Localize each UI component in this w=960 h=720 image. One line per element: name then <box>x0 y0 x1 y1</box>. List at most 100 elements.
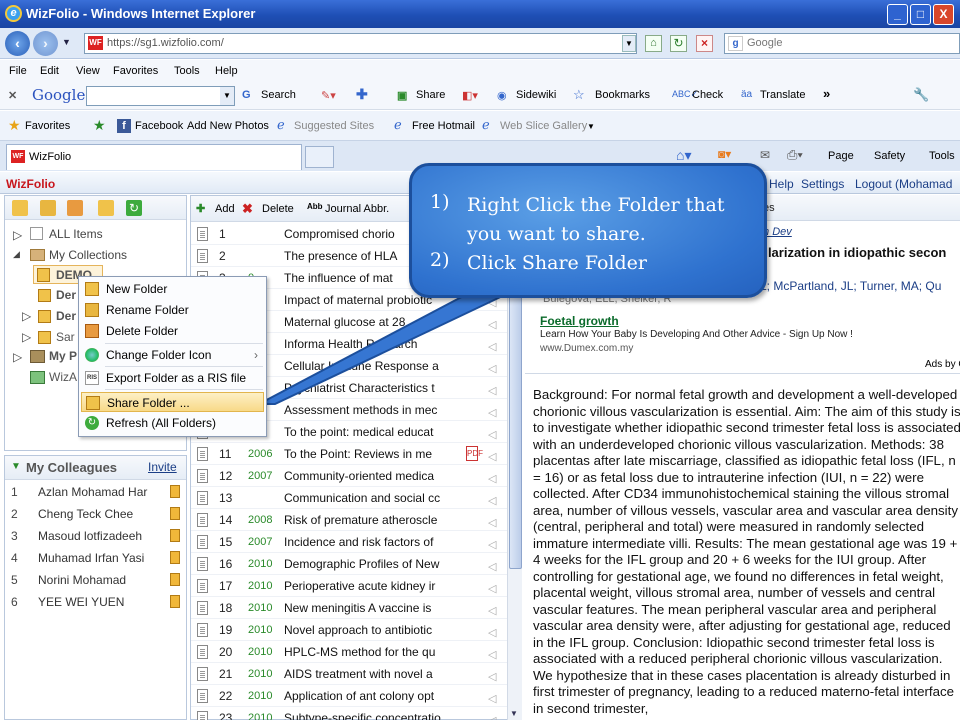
close-window-button[interactable]: X <box>933 4 954 25</box>
highlight-icon[interactable]: ✎▾ <box>321 89 336 102</box>
search-button[interactable]: Search <box>261 89 296 101</box>
wrench-icon[interactable]: 🔧 <box>913 87 929 103</box>
fav-free-hotmail[interactable]: Free Hotmail <box>412 120 475 132</box>
safety-menu[interactable]: Safety <box>874 150 905 162</box>
colleague-folder-icon[interactable] <box>170 507 180 520</box>
invite-link[interactable]: Invite <box>148 460 177 474</box>
menu-export-ris[interactable]: RIS Export Folder as a RIS file <box>81 368 264 388</box>
delete-folder-icon[interactable] <box>67 200 83 216</box>
tools-menu[interactable]: Tools <box>929 150 955 162</box>
ad-title-link[interactable]: Foetal growth <box>540 314 619 328</box>
tree-folder-3[interactable]: Der <box>56 309 76 323</box>
menu-delete-folder[interactable]: Delete Folder <box>81 321 264 341</box>
menu-share-folder[interactable]: Share Folder ... <box>81 392 264 412</box>
add-button[interactable]: Add <box>215 203 235 215</box>
tab-wizfolio[interactable]: WF WizFolio <box>6 144 302 170</box>
tree-collapse-icon[interactable]: ◢ <box>13 249 20 260</box>
chevron-down-icon[interactable]: ▼ <box>587 122 595 131</box>
tree-wizard[interactable]: WizA <box>49 370 77 384</box>
tree-all-items[interactable]: ALL Items <box>49 227 103 241</box>
favorites-button[interactable]: Favorites <box>25 120 70 132</box>
ads-by-label[interactable]: Ads by G <box>925 359 960 370</box>
share-button[interactable]: Share <box>416 89 445 101</box>
minimize-button[interactable]: _ <box>887 4 908 25</box>
translate-button[interactable]: Translate <box>760 89 805 101</box>
list-item[interactable]: 13 Communication and social cc ◁ <box>191 487 519 509</box>
stop-icon[interactable]: × <box>696 35 713 52</box>
list-item[interactable]: 16 2010 Demographic Profiles of New ◁ <box>191 553 519 575</box>
help-link[interactable]: Help <box>769 177 794 191</box>
mail-icon[interactable]: ✉ <box>760 148 770 162</box>
back-button[interactable]: ‹ <box>5 31 30 56</box>
colleague-folder-icon[interactable] <box>170 529 180 542</box>
url-field[interactable]: WF https://sg1.wizfolio.com/ <box>84 33 637 54</box>
list-item[interactable]: 22 2010 Application of ant colony opt ◁ <box>191 685 519 707</box>
google-search-input[interactable]: ▼ <box>86 86 235 106</box>
list-item[interactable]: 12 2007 Community-oriented medica ◁ <box>191 465 519 487</box>
tree-expander-icon[interactable]: ▷ <box>22 330 31 344</box>
delete-button[interactable]: Delete <box>262 203 294 215</box>
list-item[interactable]: 21 2010 AIDS treatment with novel a ◁ <box>191 663 519 685</box>
new-folder-icon[interactable] <box>12 200 28 216</box>
list-item[interactable]: 14 2008 Risk of premature atheroscle ◁ <box>191 509 519 531</box>
url-dropdown-icon[interactable]: ▼ <box>622 35 636 52</box>
colleague-row[interactable]: 5 Norini Mohamad <box>5 569 181 591</box>
menu-rename-folder[interactable]: Rename Folder <box>81 300 264 320</box>
refresh-folders-icon[interactable]: ↻ <box>126 200 142 216</box>
tree-expander-icon[interactable]: ▷ <box>13 350 22 364</box>
colleague-row[interactable]: 2 Cheng Teck Chee <box>5 503 181 525</box>
menu-view[interactable]: View <box>76 65 100 77</box>
list-item[interactable]: 11 2006 To the Point: Reviews in me PDF ◁ <box>191 443 519 465</box>
tree-folder-2[interactable]: Der <box>56 288 76 302</box>
scroll-down-icon[interactable]: ▼ <box>510 709 518 718</box>
more-tools-button[interactable]: » <box>823 86 830 101</box>
list-item[interactable]: 19 2010 Novel approach to antibiotic ◁ <box>191 619 519 641</box>
ad-url[interactable]: www.Dumex.com.my <box>540 343 633 354</box>
edit-folder-icon[interactable] <box>40 200 56 216</box>
share-folder-icon[interactable] <box>98 200 114 216</box>
colleague-folder-icon[interactable] <box>170 485 180 498</box>
menu-new-folder[interactable]: New Folder <box>81 279 264 299</box>
menu-file[interactable]: File <box>9 65 27 77</box>
logout-link[interactable]: Logout (Mohamad <box>855 177 952 191</box>
colleague-row[interactable]: 1 Azlan Mohamad Har <box>5 481 181 503</box>
add-favorite-icon[interactable]: ★ <box>93 117 106 134</box>
menu-help[interactable]: Help <box>215 65 238 77</box>
translate-page-icon[interactable]: ◧▾ <box>462 89 478 102</box>
home-icon[interactable]: ⌂▾ <box>676 147 691 164</box>
list-item[interactable]: 20 2010 HPLC-MS method for the qu ◁ <box>191 641 519 663</box>
list-item[interactable]: 18 2010 New meningitis A vaccine is ◁ <box>191 597 519 619</box>
list-item[interactable]: 17 2010 Perioperative acute kidney ir ◁ <box>191 575 519 597</box>
sidewiki-button[interactable]: Sidewiki <box>516 89 556 101</box>
list-item[interactable]: 15 2007 Incidence and risk factors of ◁ <box>191 531 519 553</box>
fav-web-slice-gallery[interactable]: Web Slice Gallery <box>500 120 587 132</box>
colleague-folder-icon[interactable] <box>170 573 180 586</box>
rss-icon[interactable]: ◙▾ <box>718 147 731 161</box>
page-menu[interactable]: Page <box>828 150 854 162</box>
search-dropdown-icon[interactable]: ▼ <box>220 87 234 105</box>
pdf-icon[interactable]: PDF <box>466 446 483 461</box>
bookmarks-button[interactable]: Bookmarks <box>595 89 650 101</box>
history-dropdown-icon[interactable]: ▼ <box>62 37 71 47</box>
menu-favorites[interactable]: Favorites <box>113 65 158 77</box>
pin-icon[interactable]: ◁ <box>488 710 496 720</box>
close-toolbar-icon[interactable]: ✕ <box>8 89 17 102</box>
print-icon[interactable]: ⎙▾ <box>787 147 803 163</box>
fav-facebook[interactable]: Facebook <box>135 120 183 132</box>
tree-folder-4[interactable]: Sar <box>56 330 75 344</box>
menu-change-folder-icon[interactable]: Change Folder Icon › <box>81 345 264 365</box>
fav-add-new-photos[interactable]: Add New Photos <box>187 120 269 132</box>
new-tab-button[interactable] <box>305 146 334 168</box>
list-item[interactable]: 23 2010 Subtype-specific concentratio ◁ <box>191 707 519 720</box>
colleague-folder-icon[interactable] <box>170 595 180 608</box>
tree-my-collections[interactable]: My Collections <box>49 248 127 262</box>
colleague-row[interactable]: 4 Muhamad Irfan Yasi <box>5 547 181 569</box>
menu-edit[interactable]: Edit <box>40 65 59 77</box>
journal-abbr-button[interactable]: Journal Abbr. <box>325 203 389 215</box>
fav-suggested-sites[interactable]: Suggested Sites <box>294 120 374 132</box>
colleague-row[interactable]: 6 YEE WEI YUEN <box>5 591 181 613</box>
colleague-row[interactable]: 3 Masoud lotfizadeeh <box>5 525 181 547</box>
menu-tools[interactable]: Tools <box>174 65 200 77</box>
plus-icon[interactable]: ✚ <box>356 86 368 103</box>
tree-expander-icon[interactable]: ▷ <box>13 228 22 242</box>
